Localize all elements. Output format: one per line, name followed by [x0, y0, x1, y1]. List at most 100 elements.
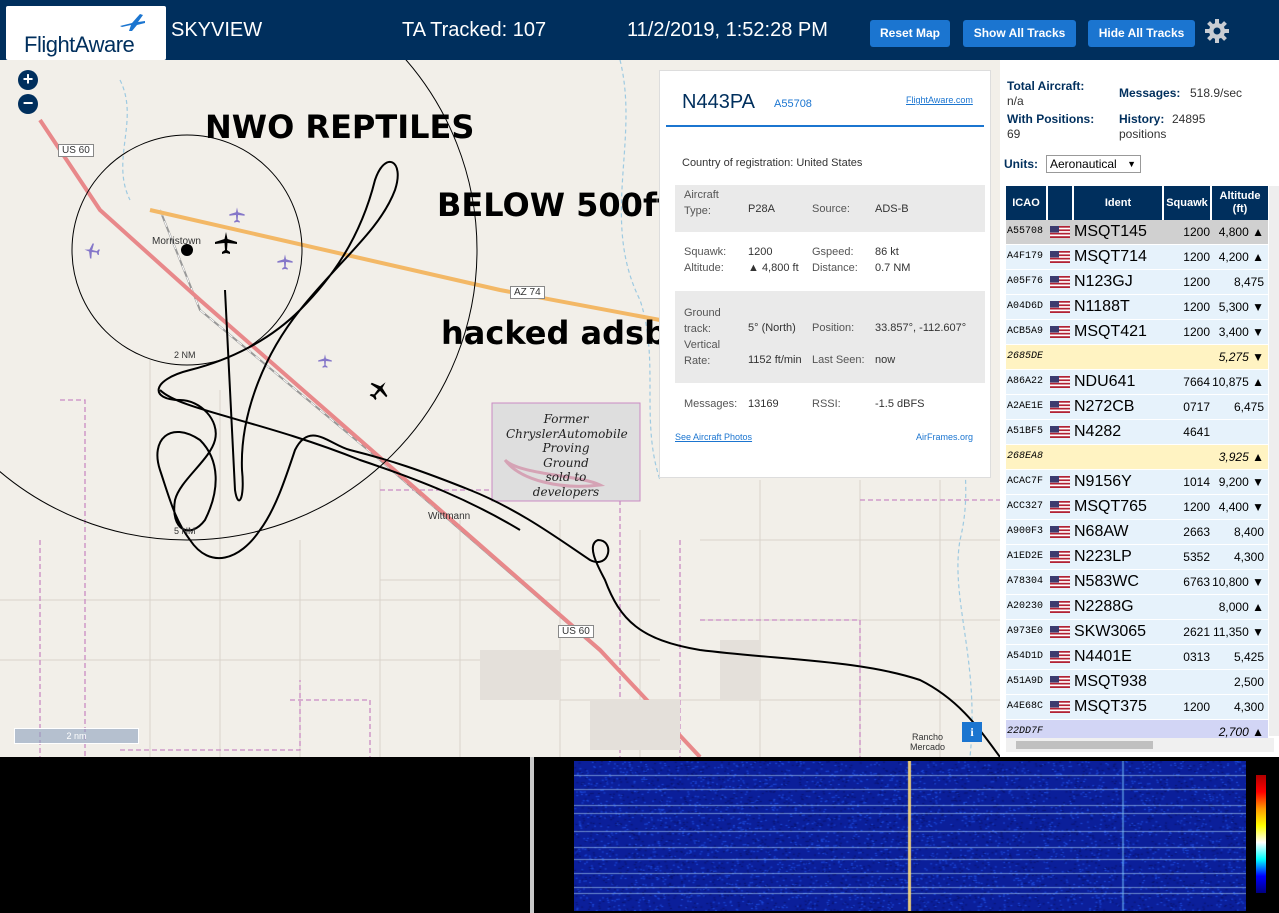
- cell-squawk: 1200: [1183, 700, 1210, 714]
- cell-ident: NDU641: [1074, 373, 1136, 390]
- plane-icon[interactable]: [228, 206, 246, 224]
- zoom-out-icon[interactable]: −: [18, 94, 38, 114]
- cell-altitude: 4,300: [1233, 700, 1264, 714]
- plane-icon[interactable]: [83, 242, 101, 260]
- last-seen-value: now: [875, 354, 896, 366]
- table-row[interactable]: A86A22 NDU641 7664 10,875 ▲: [1006, 370, 1268, 395]
- table-row[interactable]: ACC327 MSQT765 1200 4,400 ▼: [1006, 495, 1268, 520]
- selected-plane-icon[interactable]: [213, 230, 239, 256]
- cell-ident: SKW3065: [1074, 623, 1147, 640]
- column-header-flag[interactable]: [1048, 186, 1072, 220]
- us60-shield: US 60: [558, 625, 594, 638]
- cell-icao: A78304: [1007, 576, 1044, 587]
- units-dropdown[interactable]: Aeronautical ▼: [1046, 155, 1141, 173]
- table-row[interactable]: A51BF5 N4282 4641: [1006, 420, 1268, 445]
- cell-ident: N9156Y: [1074, 473, 1132, 490]
- cell-altitude: 4,400 ▼: [1218, 500, 1264, 514]
- cell-ident: MSQT145: [1074, 223, 1147, 240]
- aircraft-photos-link[interactable]: See Aircraft Photos: [675, 432, 752, 442]
- flightaware-logo[interactable]: FlightAware: [6, 6, 166, 60]
- top-header: FlightAware SKYVIEW TA Tracked: 107 11/2…: [0, 0, 1279, 60]
- cell-squawk: 1200: [1183, 275, 1210, 289]
- history-label: History:: [1119, 112, 1165, 126]
- logo-text: FlightAware: [24, 32, 135, 57]
- source-value: ADS-B: [875, 203, 909, 215]
- aircraft-type-label: Aircraft Type:: [684, 189, 719, 217]
- table-row[interactable]: A900F3 N68AW 2663 8,400: [1006, 520, 1268, 545]
- table-row[interactable]: ACAC7F N9156Y 1014 9,200 ▼: [1006, 470, 1268, 495]
- table-row[interactable]: 2685DE 5,275 ▼: [1006, 345, 1268, 370]
- cell-squawk: [1164, 595, 1210, 619]
- gspeed-value: 86 kt: [875, 246, 899, 258]
- cell-ident: MSQT375: [1074, 698, 1147, 715]
- cell-icao: A55708: [1007, 226, 1044, 237]
- cell-icao: A900F3: [1007, 526, 1044, 537]
- cell-altitude: 11,350 ▼: [1212, 625, 1264, 639]
- table-row[interactable]: A51A9D MSQT938 2,500: [1006, 670, 1268, 695]
- table-row[interactable]: A1ED2E N223LP 5352 4,300: [1006, 545, 1268, 570]
- gear-icon[interactable]: [1204, 18, 1230, 44]
- flightaware-link[interactable]: FlightAware.com: [906, 95, 973, 105]
- table-row[interactable]: 268EA8 3,925 ▲: [1006, 445, 1268, 470]
- column-header-icao[interactable]: ICAO: [1006, 186, 1046, 220]
- gspeed-label: Gspeed:: [812, 246, 854, 258]
- cell-ident: MSQT421: [1074, 323, 1147, 340]
- scrollbar-thumb[interactable]: [1016, 741, 1153, 749]
- cell-squawk: 2663: [1183, 525, 1210, 539]
- cell-altitude: 8,400: [1233, 525, 1264, 539]
- table-row[interactable]: A4E68C MSQT375 1200 4,300: [1006, 695, 1268, 720]
- info-icon[interactable]: i: [962, 722, 982, 742]
- table-row[interactable]: ACB5A9 MSQT421 1200 3,400 ▼: [1006, 320, 1268, 345]
- spectrogram-canvas: [574, 761, 1246, 911]
- plane-icon[interactable]: [317, 353, 333, 369]
- show-all-tracks-button[interactable]: Show All Tracks: [963, 20, 1076, 47]
- rssi-value: -1.5 dBFS: [875, 398, 925, 410]
- us-flag-icon: [1050, 376, 1070, 388]
- town-label-wittmann: Wittmann: [428, 511, 471, 522]
- us-flag-icon: [1050, 551, 1070, 563]
- table-row[interactable]: A55708 MSQT145 1200 4,800 ▲: [1006, 220, 1268, 245]
- popup-divider: [666, 125, 984, 127]
- position-value: 33.857°, -112.607°: [875, 322, 967, 334]
- plane-icon[interactable]: [276, 253, 294, 271]
- table-row[interactable]: A78304 N583WC 6763 10,800 ▼: [1006, 570, 1268, 595]
- column-header-altitude[interactable]: Altitude (ft): [1212, 186, 1268, 220]
- column-header-ident[interactable]: Ident: [1074, 186, 1162, 220]
- table-vertical-scrollbar[interactable]: [1269, 186, 1279, 736]
- zoom-in-icon[interactable]: +: [18, 70, 38, 90]
- us-flag-icon: [1050, 576, 1070, 588]
- table-row[interactable]: A2AE1E N272CB 0717 6,475: [1006, 395, 1268, 420]
- table-row[interactable]: A4F179 MSQT714 1200 4,200 ▲: [1006, 245, 1268, 270]
- airframes-link[interactable]: AirFrames.org: [916, 432, 973, 442]
- table-row[interactable]: A54D1D N4401E 0313 5,425: [1006, 645, 1268, 670]
- table-row[interactable]: A05F76 N123GJ 1200 8,475: [1006, 270, 1268, 295]
- logo-plane-icon: [120, 14, 145, 31]
- cell-altitude: 9,200 ▼: [1218, 475, 1264, 489]
- country-of-registration: Country of registration: United States: [682, 157, 863, 169]
- cell-icao: ACB5A9: [1007, 326, 1044, 337]
- plane-icon[interactable]: [367, 378, 391, 402]
- distance-value: 0.7 NM: [875, 262, 911, 274]
- cell-altitude: 8,475: [1233, 275, 1264, 289]
- cell-squawk: 7664: [1183, 375, 1210, 389]
- cell-altitude: 5,425: [1233, 650, 1264, 664]
- reset-map-button[interactable]: Reset Map: [870, 20, 950, 47]
- cell-icao: A973E0: [1007, 626, 1044, 637]
- cell-icao: A51A9D: [1007, 676, 1044, 687]
- cell-ident: MSQT938: [1074, 673, 1147, 690]
- table-row[interactable]: A04D6D N1188T 1200 5,300 ▼: [1006, 295, 1268, 320]
- us-flag-icon: [1050, 476, 1070, 488]
- app-title: SKYVIEW: [171, 19, 263, 41]
- town-label-morristown: Morristown: [152, 236, 201, 247]
- table-horizontal-scrollbar[interactable]: [1006, 738, 1274, 752]
- cell-icao: 2685DE: [1007, 351, 1044, 362]
- cell-ident: N123GJ: [1074, 273, 1133, 290]
- table-row[interactable]: A973E0 SKW3065 2621 11,350 ▼: [1006, 620, 1268, 645]
- pane-divider[interactable]: [530, 757, 534, 913]
- map-scale-bar: 2 nm: [14, 728, 139, 744]
- hide-all-tracks-button[interactable]: Hide All Tracks: [1088, 20, 1195, 47]
- chevron-down-icon: ▼: [1127, 159, 1136, 169]
- table-row[interactable]: A20230 N2288G 8,000 ▲: [1006, 595, 1268, 620]
- column-header-squawk[interactable]: Squawk: [1164, 186, 1210, 220]
- with-positions-value: 69: [1007, 127, 1021, 141]
